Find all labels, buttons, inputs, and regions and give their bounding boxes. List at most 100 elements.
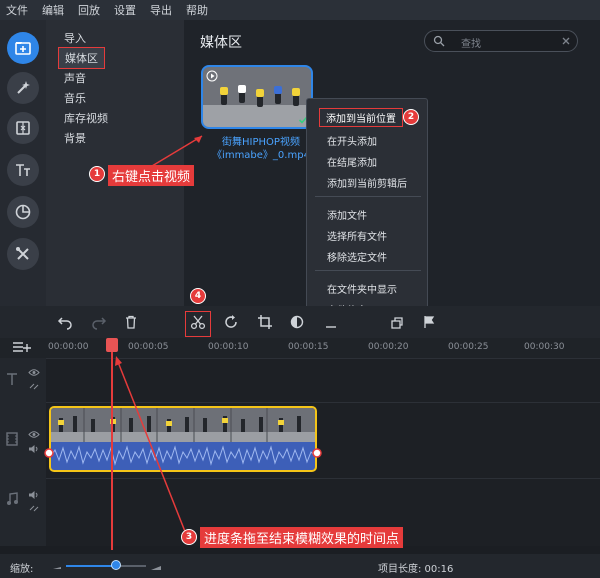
menu-item-show-in-folder[interactable]: 在文件夹中显示 [327,281,397,296]
audio-icon [326,326,336,328]
marker-icon [424,316,435,328]
category-import[interactable]: 导入 [64,30,86,46]
menu-item-add-at-current[interactable]: 添加到当前位置 [319,108,403,127]
scissors-icon [190,315,206,330]
thumbnail-dancer-shirt [238,85,246,93]
ruler-tick: 00:00:10 [208,342,249,352]
ruler-tick: 00:00:15 [288,342,329,352]
effects-tool-button[interactable] [7,72,39,104]
music-note-icon [7,492,18,505]
thumbnail-dancer-shirt [274,86,282,94]
zoom-in-icon[interactable] [150,560,162,572]
timeline-footer: 缩放: 项目长度: 00:16 [0,554,600,578]
step-3-arrow [115,356,187,535]
rotate-icon [225,315,237,328]
crop-icon [258,315,272,329]
undo-button[interactable] [56,313,74,331]
visibility-eye-icon[interactable] [28,368,40,377]
video-file-caption: 街舞HIPHOP视频 《immabe》_0.mp4 [206,136,316,162]
play-icon [206,70,218,82]
split-button[interactable] [189,313,207,331]
playhead-handle[interactable] [106,338,118,352]
category-stock-video[interactable]: 库存视频 [64,110,108,126]
text-icon [16,164,30,176]
tool-rail [0,20,46,306]
overlay-button[interactable] [388,313,406,331]
menu-item-remove-selected[interactable]: 移除选定文件 [327,249,387,264]
import-tool-button[interactable] [7,32,39,64]
color-icon [290,315,304,329]
timeline-ruler[interactable]: 00:00:00 00:00:05 00:00:10 00:00:15 00:0… [0,338,600,358]
category-media-bin[interactable]: 媒体区 [58,47,105,69]
search-input[interactable]: 查找 [424,30,578,52]
menu-file[interactable]: 文件 [6,2,28,18]
redo-button[interactable] [90,313,108,331]
import-folder-icon [15,42,31,55]
menu-bar: 文件 编辑 回放 设置 导出 帮助 [0,0,600,20]
thumbnail-dancer-shirt [292,88,300,96]
menu-export[interactable]: 导出 [150,2,172,18]
clip-trim-handle-right[interactable] [312,448,322,458]
ruler-tick: 00:00:20 [368,342,409,352]
thumbnail-floor [203,105,311,127]
lock-link-icon[interactable] [28,382,40,391]
step-badge-4: 4 [190,288,206,304]
clip-trim-handle-left[interactable] [44,448,54,458]
menu-edit[interactable]: 编辑 [42,2,64,18]
menu-help[interactable]: 帮助 [186,2,208,18]
undo-icon [57,317,72,330]
text-track-header [0,358,46,402]
search-placeholder: 查找 [461,39,481,50]
redo-icon [92,317,107,330]
add-track-icon[interactable] [12,340,32,354]
video-thumbnail[interactable] [201,65,313,129]
speaker-icon[interactable] [28,444,40,454]
clear-search-icon[interactable] [561,36,571,46]
delete-button[interactable] [122,313,140,331]
menu-playback[interactable]: 回放 [78,2,100,18]
media-bin-title: 媒体区 [200,35,242,51]
menu-separator [315,196,421,197]
thumbnail-dancer-shirt [256,89,264,97]
color-adjust-button[interactable] [288,313,306,331]
menu-item-select-all[interactable]: 选择所有文件 [327,228,387,243]
menu-separator [315,270,421,271]
timeline-toolbar [0,306,600,338]
category-sound[interactable]: 声音 [64,70,86,86]
audio-button[interactable] [322,313,340,331]
zoom-label: 缩放: [10,564,34,575]
video-track-header [0,402,46,478]
ruler-tick: 00:00:00 [48,342,89,352]
menu-item-add-after-clip[interactable]: 添加到当前剪辑后 [327,175,407,190]
visibility-eye-icon[interactable] [28,430,40,439]
zoom-slider-knob[interactable] [110,560,121,570]
stickers-tool-button[interactable] [7,196,39,228]
delete-icon [126,315,136,329]
menu-item-add-at-start[interactable]: 在开头添加 [327,133,377,148]
step-badge-1: 1 [89,166,105,182]
menu-item-add-at-end[interactable]: 在结尾添加 [327,154,377,169]
speaker-icon[interactable] [28,490,40,500]
menu-settings[interactable]: 设置 [114,2,136,18]
zoom-out-icon[interactable] [52,561,62,571]
marker-button[interactable] [420,313,438,331]
step-3-label: 进度条拖至结束模糊效果的时间点 [200,527,404,548]
category-backgrounds[interactable]: 背景 [64,130,86,146]
video-track-icon [6,432,18,446]
category-music[interactable]: 音乐 [64,90,86,106]
magic-wand-icon [17,81,30,94]
titles-tool-button[interactable] [7,154,39,186]
ruler-tick: 00:00:25 [448,342,489,352]
step-badge-2: 2 [403,109,419,125]
crop-button[interactable] [256,313,274,331]
caption-line-1: 街舞HIPHOP视频 [222,137,300,148]
transitions-tool-button[interactable] [7,112,39,144]
more-tools-button[interactable] [7,238,39,270]
menu-item-add-files[interactable]: 添加文件 [327,207,367,222]
rotate-button[interactable] [222,313,240,331]
ruler-tick: 00:00:05 [128,342,169,352]
search-icon [433,35,445,47]
context-menu: 添加到当前位置 在开头添加 在结尾添加 添加到当前剪辑后 添加文件 选择所有文件… [306,98,428,320]
caption-line-2: 《immabe》_0.mp4 [212,150,310,161]
lock-link-icon[interactable] [28,504,40,513]
